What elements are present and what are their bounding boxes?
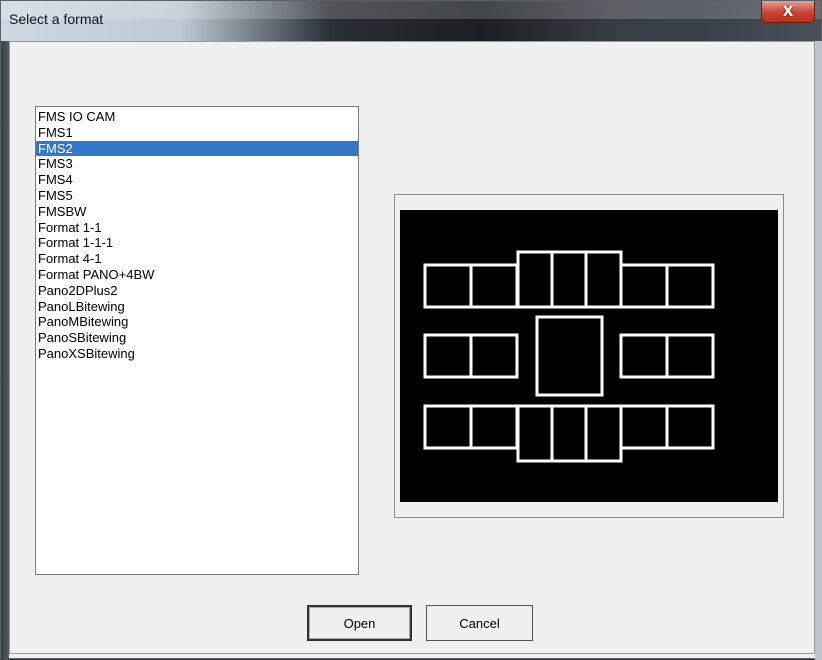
window-title: Select a format: [9, 11, 104, 27]
format-list-item[interactable]: FMSBW: [36, 204, 358, 220]
title-bar[interactable]: Select a format X: [1, 1, 821, 41]
format-list-item[interactable]: FMS1: [36, 125, 358, 141]
format-list-item[interactable]: PanoXSBitewing: [36, 346, 358, 362]
layout-slot: [550, 250, 588, 309]
layout-slot: [516, 250, 554, 309]
window-left-edge: [1, 41, 9, 660]
format-dialog: Select a format X FMS IO CAM FMS1 FMS2 FMS3…: [0, 0, 822, 660]
open-button[interactable]: Open: [307, 605, 412, 641]
close-icon: X: [782, 3, 794, 20]
format-listbox[interactable]: FMS IO CAM FMS1 FMS2 FMS3 FMS4 FMS5 FMSBW Forma…: [35, 106, 359, 575]
layout-slot: [584, 404, 623, 463]
layout-slot: [423, 404, 473, 450]
layout-slot: [665, 263, 715, 309]
cancel-button[interactable]: Cancel: [426, 605, 533, 641]
layout-slot: [619, 404, 669, 450]
format-list-item[interactable]: PanoSBitewing: [36, 330, 358, 346]
format-list-item[interactable]: FMS IO CAM: [36, 109, 358, 125]
format-preview: [400, 210, 778, 502]
format-list-item[interactable]: FMS3: [36, 156, 358, 172]
format-list-item[interactable]: FMS5: [36, 188, 358, 204]
format-list-item[interactable]: Format 1-1: [36, 220, 358, 236]
layout-slot: [423, 333, 473, 379]
layout-slot: [665, 333, 715, 379]
format-list-item[interactable]: Format 4-1: [36, 251, 358, 267]
layout-slot: [584, 250, 623, 309]
format-list-item[interactable]: PanoMBitewing: [36, 314, 358, 330]
layout-slot: [423, 263, 473, 309]
layout-slot: [469, 263, 519, 309]
layout-slot: [469, 404, 519, 450]
close-button[interactable]: X: [761, 1, 815, 23]
layout-preview-graphic: [423, 250, 715, 463]
layout-slot-pano: [535, 315, 604, 397]
layout-slot: [469, 333, 519, 379]
window-right-edge: [815, 41, 822, 660]
format-list-item[interactable]: Pano2DPlus2: [36, 283, 358, 299]
title-bar-gloss: [1, 1, 821, 19]
layout-slot: [619, 333, 669, 379]
format-list-item[interactable]: FMS2: [36, 140, 358, 157]
format-list-item[interactable]: Format PANO+4BW: [36, 267, 358, 283]
format-list-item[interactable]: Format 1-1-1: [36, 235, 358, 251]
layout-slot: [550, 404, 588, 463]
layout-slot: [619, 263, 669, 309]
layout-slot: [665, 404, 715, 450]
format-list-item[interactable]: PanoLBitewing: [36, 299, 358, 315]
format-list-item[interactable]: FMS4: [36, 172, 358, 188]
layout-slot: [516, 404, 554, 463]
